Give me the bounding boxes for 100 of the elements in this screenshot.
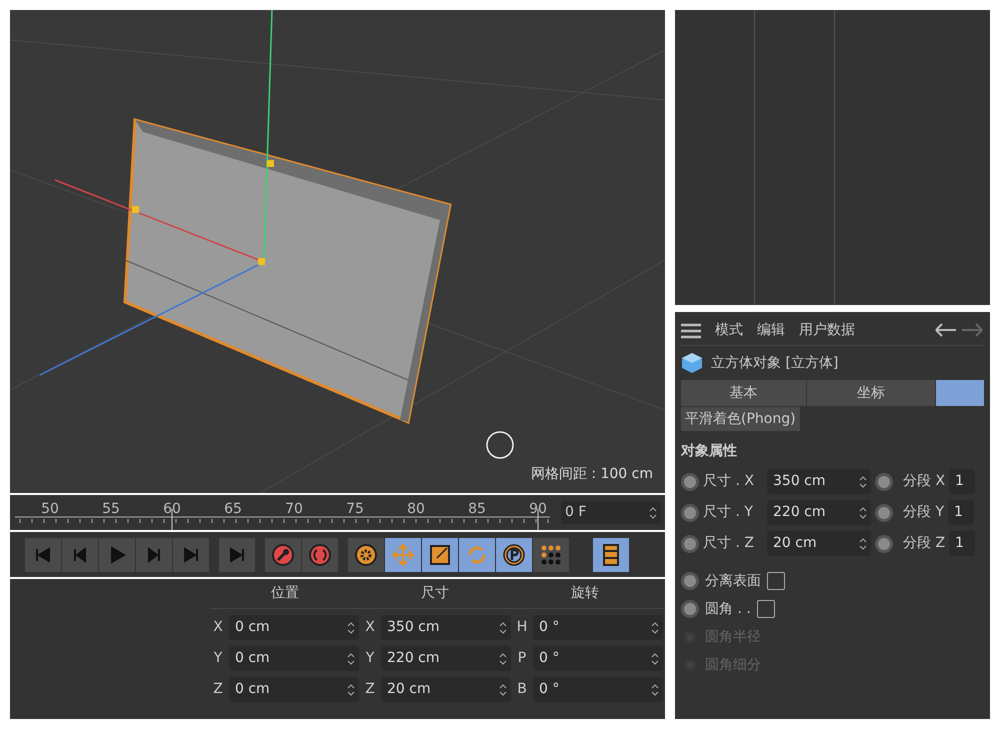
dots-grid-icon <box>540 544 562 566</box>
radio-icon[interactable] <box>681 534 699 552</box>
field-label: 尺寸 . X <box>703 472 755 491</box>
frame-number: 55 <box>102 500 120 519</box>
grid-spacing-label: 网格间距 : 100 cm <box>530 465 653 484</box>
menu-item[interactable]: 编辑 <box>757 320 785 341</box>
go-to-start-icon <box>34 546 52 564</box>
go-to-start-button[interactable] <box>25 538 61 572</box>
frame-value: 0 F <box>565 503 586 522</box>
radio-icon[interactable] <box>681 600 699 618</box>
number-field[interactable]: 350 cm <box>381 615 511 640</box>
next-frame-icon <box>145 546 163 564</box>
number-field[interactable]: 220 cm <box>767 500 871 525</box>
tab[interactable]: 平滑着色(Phong) <box>681 407 800 431</box>
field-label: 尺寸 . Z <box>703 534 755 553</box>
field-value: 1 <box>955 472 964 491</box>
checkbox[interactable] <box>756 600 775 618</box>
number-field[interactable]: 220 cm <box>381 646 511 671</box>
scale-icon <box>429 544 451 566</box>
field-value: 0 ° <box>539 680 560 699</box>
radio-icon[interactable] <box>681 504 699 522</box>
field-value: 220 cm <box>387 649 440 668</box>
gear-button[interactable] <box>348 538 384 572</box>
checkbox[interactable] <box>767 572 785 590</box>
axis-label: Z <box>364 680 376 699</box>
field-value: 1 <box>954 503 963 522</box>
radio-icon[interactable] <box>681 472 699 490</box>
spinner-icon[interactable] <box>651 652 659 666</box>
frame-number: 65 <box>224 500 242 519</box>
axis-label: X <box>364 618 376 637</box>
option-label: 圆角 . . <box>705 600 751 618</box>
spinner-icon[interactable] <box>347 682 355 696</box>
radio-icon[interactable] <box>875 504 893 522</box>
number-field[interactable]: 0 cm <box>229 615 359 640</box>
dots-grid-button[interactable] <box>533 538 569 572</box>
film-strip-icon <box>600 544 622 566</box>
cube-icon <box>681 352 703 374</box>
tab[interactable]: 基本 <box>681 380 806 406</box>
field-value: 0 ° <box>539 618 560 637</box>
field-value: 0 cm <box>235 680 270 699</box>
play-icon <box>108 546 126 564</box>
number-field[interactable]: 1 <box>949 469 976 494</box>
radio-icon[interactable] <box>875 534 893 552</box>
film-strip-button[interactable] <box>593 538 629 572</box>
spinner-icon[interactable] <box>651 682 659 696</box>
field-value: 0 cm <box>235 618 270 637</box>
radio-icon[interactable] <box>875 472 893 490</box>
menu-item[interactable]: 用户数据 <box>799 320 855 341</box>
radio-icon[interactable] <box>681 572 699 590</box>
tab[interactable]: 坐标 <box>807 380 935 406</box>
field-value: 0 cm <box>235 649 270 668</box>
menu-icon[interactable] <box>681 322 701 338</box>
scale-button[interactable] <box>422 538 458 572</box>
frame-number: 70 <box>285 500 303 519</box>
field-value: 20 cm <box>773 534 817 553</box>
previous-frame-icon <box>71 546 89 564</box>
number-field[interactable]: 20 cm <box>381 677 511 702</box>
spinner-icon[interactable] <box>859 474 867 488</box>
axis-label: H <box>516 618 528 637</box>
field-value: 350 cm <box>773 472 826 491</box>
field-label: 分段 X <box>903 472 946 491</box>
field-value: 220 cm <box>773 503 826 522</box>
spinner-icon[interactable] <box>651 620 659 634</box>
spinner-icon[interactable] <box>499 620 507 634</box>
number-field[interactable]: 1 <box>949 531 976 556</box>
frame-number: 90 <box>529 500 547 519</box>
spinner-icon[interactable] <box>347 652 355 666</box>
spinner-icon[interactable] <box>649 506 657 520</box>
number-field[interactable]: 0 cm <box>229 646 359 671</box>
field-value: 20 cm <box>387 680 431 699</box>
frame-number: 75 <box>346 500 364 519</box>
p-circle-button[interactable] <box>496 538 532 572</box>
number-field[interactable]: 1 <box>948 500 974 525</box>
record-button[interactable] <box>302 538 338 572</box>
number-field[interactable]: 0 ° <box>533 677 663 702</box>
number-field[interactable]: 0 ° <box>533 615 663 640</box>
number-field[interactable]: 0 cm <box>229 677 359 702</box>
frame-number: 60 <box>163 500 181 519</box>
column-header: 尺寸 <box>420 584 450 603</box>
axis-label: B <box>516 680 528 699</box>
frame-field[interactable]: 0 F <box>561 501 661 524</box>
key-button[interactable] <box>265 538 301 572</box>
gear-icon <box>355 544 377 566</box>
menu-item[interactable]: 模式 <box>715 320 743 341</box>
go-to-end-icon <box>182 546 200 564</box>
number-field[interactable]: 350 cm <box>767 469 871 494</box>
spinner-icon[interactable] <box>859 506 867 520</box>
field-value: 0 ° <box>539 649 560 668</box>
spinner-icon[interactable] <box>499 652 507 666</box>
object-title: 立方体对象 [立方体] <box>711 354 838 372</box>
number-field[interactable]: 0 ° <box>533 646 663 671</box>
spinner-icon[interactable] <box>499 682 507 696</box>
spinner-icon[interactable] <box>347 620 355 634</box>
frame-number: 50 <box>41 500 59 519</box>
p-circle-icon <box>503 544 525 566</box>
option-label: 分离表面 <box>705 572 761 590</box>
spinner-icon[interactable] <box>859 536 867 550</box>
back-arrow-icon[interactable] <box>935 323 957 338</box>
number-field[interactable]: 20 cm <box>767 531 871 556</box>
field-value: 1 <box>955 534 964 553</box>
